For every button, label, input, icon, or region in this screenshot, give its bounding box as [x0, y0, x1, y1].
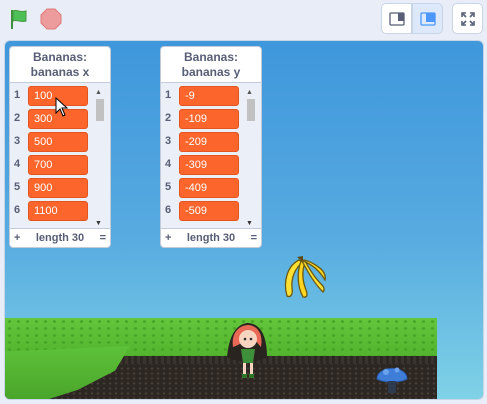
item-value[interactable]: -109 — [179, 109, 239, 129]
item-value[interactable]: 700 — [28, 155, 88, 175]
monitor-title-line2: bananas x — [30, 65, 90, 79]
item-value[interactable]: -209 — [179, 132, 239, 152]
normal-stage-icon — [419, 11, 436, 26]
monitor-title: Bananas: bananas y — [161, 47, 261, 83]
girl-sprite[interactable] — [217, 317, 277, 383]
scroll-thumb[interactable] — [96, 99, 104, 121]
monitor-footer: + length 30 = — [161, 228, 261, 247]
item-value[interactable]: -9 — [179, 86, 239, 106]
scroll-up-icon[interactable]: ▲ — [246, 89, 253, 96]
item-value[interactable]: -509 — [179, 201, 239, 221]
normal-stage-button[interactable] — [412, 3, 443, 34]
scroll-thumb[interactable] — [247, 99, 255, 121]
item-index: 1 — [165, 89, 172, 101]
item-index: 5 — [165, 181, 172, 193]
scroll-down-icon[interactable]: ▼ — [246, 220, 253, 227]
banana-sprite[interactable] — [277, 254, 327, 300]
item-index: 4 — [165, 158, 172, 170]
item-value[interactable]: 900 — [28, 178, 88, 198]
list-monitor-bananas-y[interactable]: Bananas: bananas y 1 -9 2 -109 3 -209 4 -309… — [160, 46, 262, 248]
item-index: 1 — [14, 89, 21, 101]
scroll-down-icon[interactable]: ▼ — [95, 220, 102, 227]
scroll-up-icon[interactable]: ▲ — [95, 89, 102, 96]
fullscreen-icon — [460, 11, 475, 26]
item-index: 6 — [165, 204, 172, 216]
monitor-title: Bananas: bananas x — [10, 47, 110, 83]
list-length: length 30 — [186, 232, 236, 244]
list-scrollbar[interactable]: ▲ ▼ — [245, 89, 257, 227]
small-stage-button[interactable] — [381, 3, 412, 34]
monitor-title-line2: bananas y — [181, 65, 241, 79]
list-monitor-bananas-x[interactable]: Bananas: bananas x 1 100 2 300 3 500 4 700 5… — [9, 46, 111, 248]
small-stage-icon — [388, 11, 405, 26]
item-value[interactable]: 500 — [28, 132, 88, 152]
monitor-title-line1: Bananas: — [183, 50, 239, 64]
mouse-cursor-icon — [55, 97, 69, 117]
item-index: 6 — [14, 204, 21, 216]
item-index: 3 — [14, 135, 21, 147]
monitor-footer: + length 30 = — [10, 228, 110, 247]
stage-header — [0, 0, 487, 38]
item-index: 5 — [14, 181, 21, 193]
mushroom-sprite[interactable] — [375, 359, 409, 395]
green-flag-icon[interactable] — [6, 6, 32, 32]
item-index: 2 — [14, 112, 21, 124]
fullscreen-button[interactable] — [452, 3, 483, 34]
resize-handle[interactable]: = — [251, 232, 257, 244]
stop-icon[interactable] — [38, 6, 64, 32]
item-value[interactable]: -309 — [179, 155, 239, 175]
item-value[interactable]: -409 — [179, 178, 239, 198]
list-scrollbar[interactable]: ▲ ▼ — [94, 89, 106, 227]
list-length: length 30 — [35, 232, 85, 244]
item-index: 3 — [165, 135, 172, 147]
stage[interactable]: Bananas: bananas x 1 100 2 300 3 500 4 700 5… — [4, 40, 484, 400]
item-index: 2 — [165, 112, 172, 124]
monitor-title-line1: Bananas: — [32, 50, 88, 64]
item-index: 4 — [14, 158, 21, 170]
resize-handle[interactable]: = — [100, 232, 106, 244]
item-value[interactable]: 1100 — [28, 201, 88, 221]
